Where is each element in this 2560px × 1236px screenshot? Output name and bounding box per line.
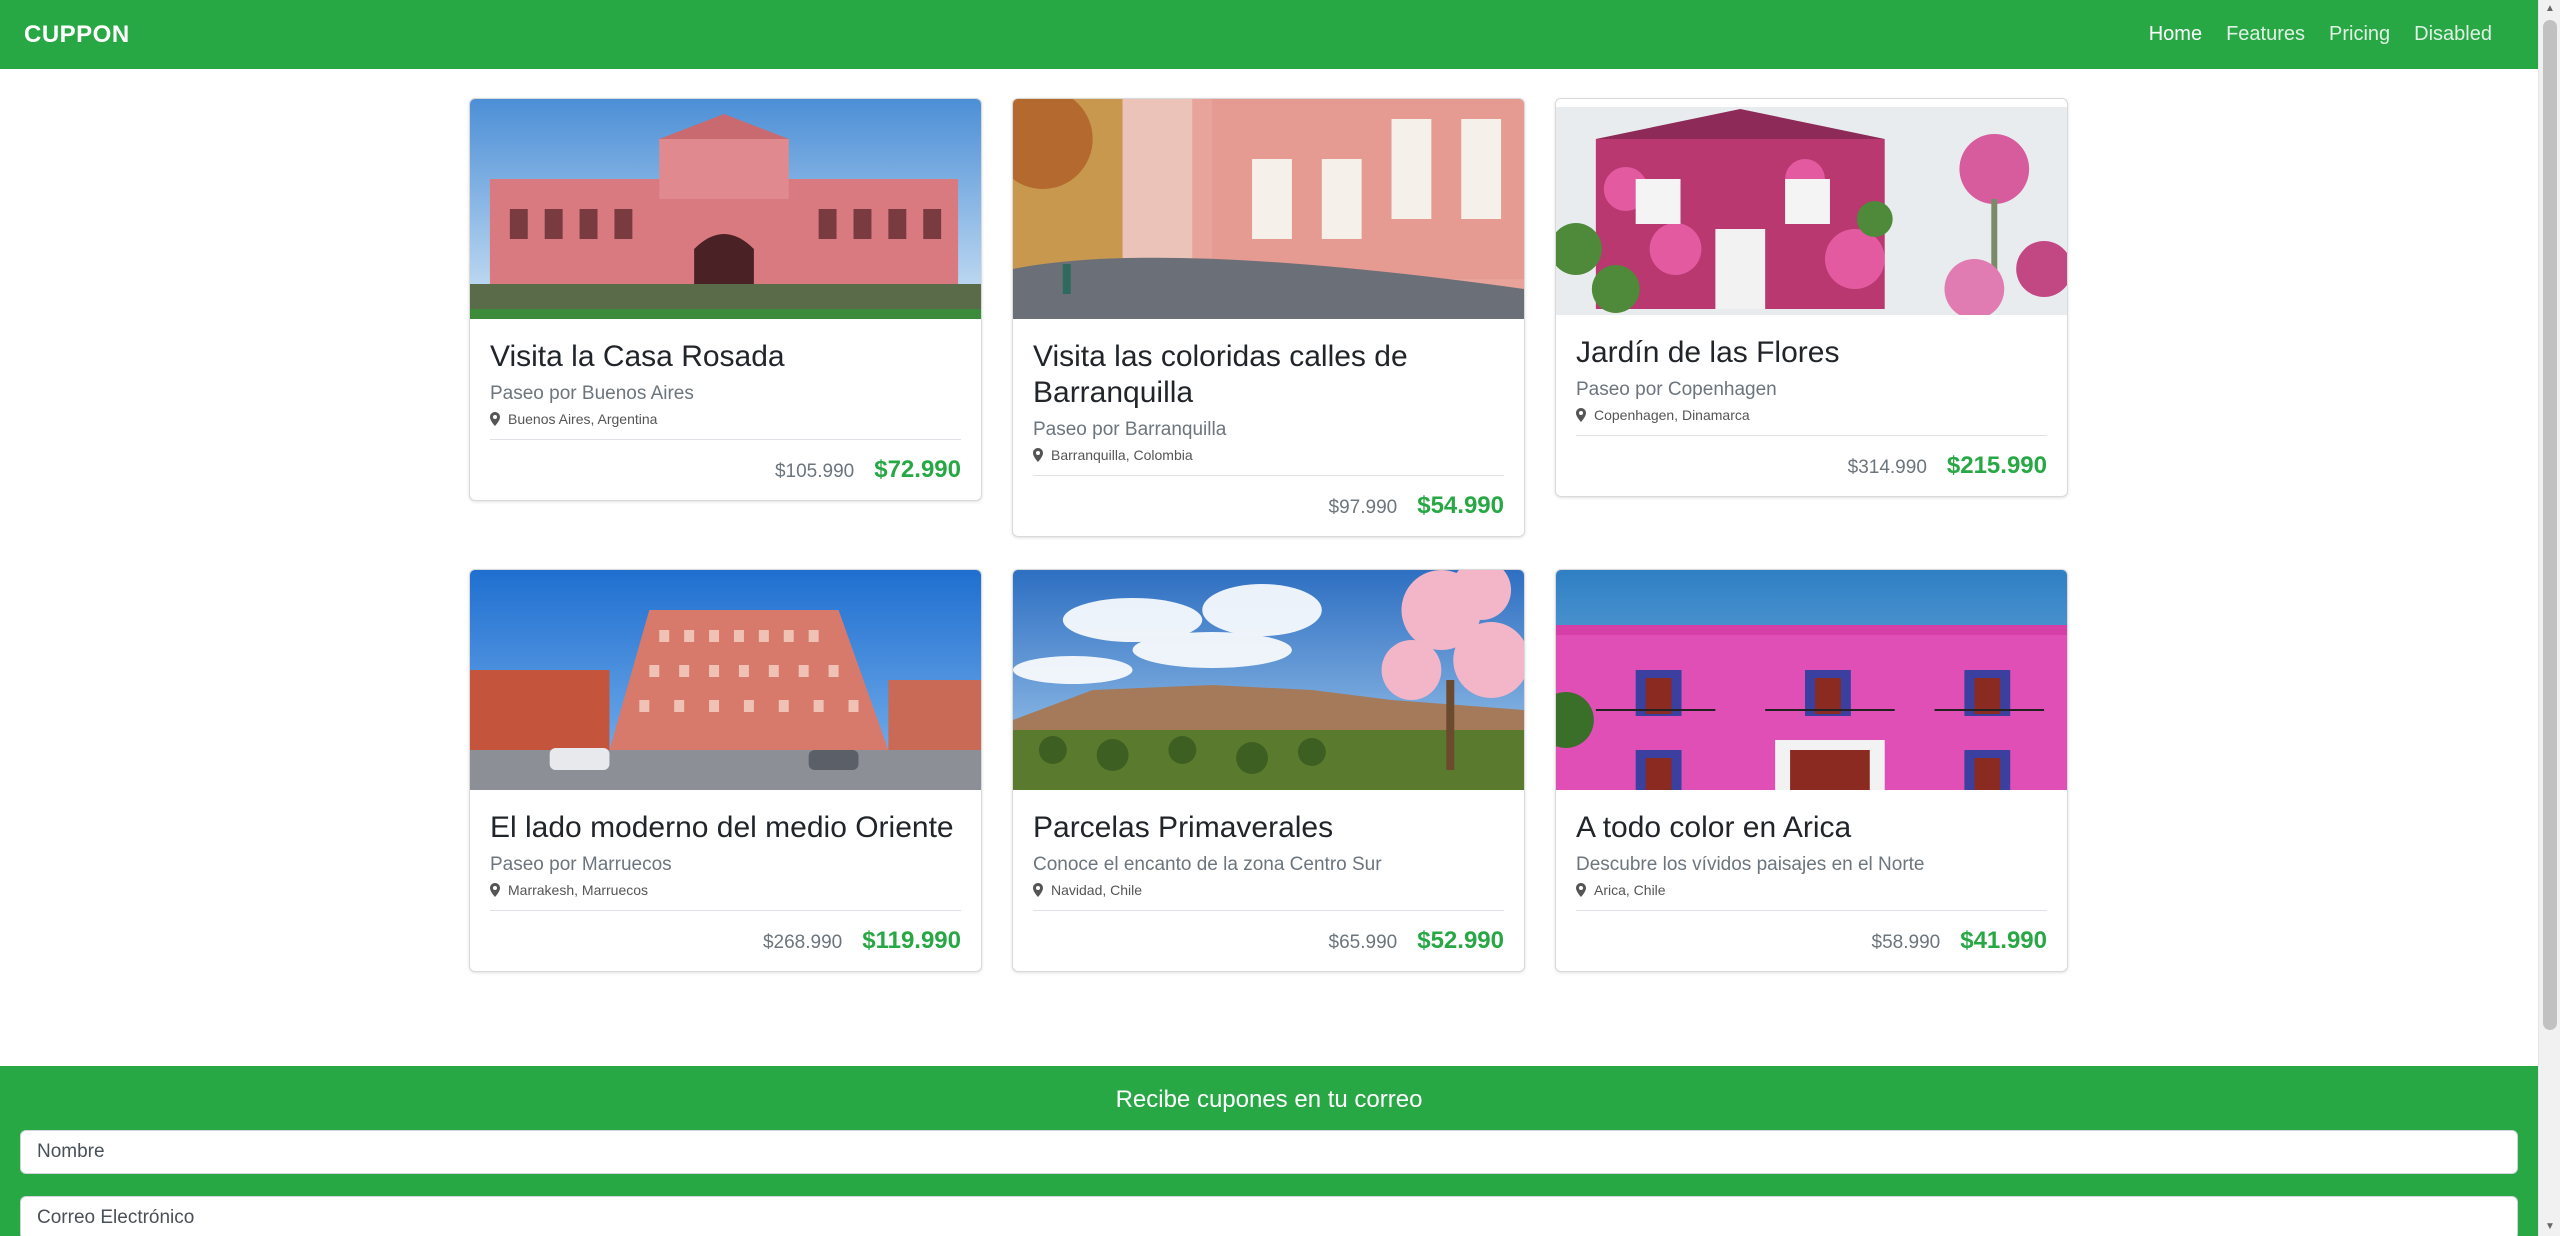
nav-link-features[interactable]: Features: [2214, 23, 2317, 46]
offer-price: $41.990: [1960, 927, 2047, 954]
map-pin-icon: [1576, 408, 1586, 422]
offer-location-text: Copenhagen, Dinamarca: [1594, 407, 1750, 423]
offer-price: $119.990: [862, 927, 961, 954]
offer-title: Visita las coloridas calles de Barranqui…: [1033, 340, 1408, 409]
scroll-down-arrow-icon[interactable]: ▼: [2539, 1218, 2560, 1236]
offers-grid: Visita la Casa Rosada Paseo por Buenos A…: [469, 98, 2069, 972]
offer-old-price: $58.990: [1871, 932, 1941, 953]
offer-location: Barranquilla, Colombia: [1033, 447, 1504, 463]
offer-location-text: Barranquilla, Colombia: [1051, 447, 1193, 463]
nav-links: Home Features Pricing Disabled: [2137, 23, 2504, 46]
offer-location-text: Buenos Aires, Argentina: [508, 411, 658, 427]
offer-title: El lado moderno del medio Oriente: [490, 811, 954, 844]
offer-old-price: $65.990: [1328, 932, 1398, 953]
offer-image-casa-rosada: [470, 99, 981, 319]
offer-price: $54.990: [1417, 492, 1504, 519]
offer-old-price: $97.990: [1328, 497, 1398, 518]
offer-image-arica: [1556, 570, 2067, 790]
offer-card[interactable]: El lado moderno del medio Oriente Paseo …: [469, 569, 982, 972]
offer-title: A todo color en Arica: [1576, 811, 1852, 844]
offer-title: Visita la Casa Rosada: [490, 340, 785, 373]
offer-card[interactable]: Parcelas Primaverales Conoce el encanto …: [1012, 569, 1525, 972]
offer-price: $215.990: [1946, 452, 2047, 479]
offer-subtitle: Descubre los vívidos paisajes en el Nort…: [1576, 854, 1925, 875]
map-pin-icon: [1576, 883, 1586, 897]
offer-image-flower-garden: [1556, 99, 2067, 315]
offer-card[interactable]: Jardín de las Flores Paseo por Copenhage…: [1555, 98, 2068, 497]
offer-price-row: $314.990 $215.990: [1576, 435, 2047, 480]
map-pin-icon: [490, 412, 500, 426]
offer-card[interactable]: Visita la Casa Rosada Paseo por Buenos A…: [469, 98, 982, 501]
offer-card[interactable]: Visita las coloridas calles de Barranqui…: [1012, 98, 1525, 537]
offer-location: Arica, Chile: [1576, 882, 2047, 898]
offer-price: $52.990: [1417, 927, 1504, 954]
offer-title: Jardín de las Flores: [1576, 336, 1840, 369]
offer-subtitle: Paseo por Copenhagen: [1576, 379, 1777, 400]
nav-link-pricing[interactable]: Pricing: [2317, 23, 2402, 46]
offer-subtitle: Paseo por Buenos Aires: [490, 383, 694, 404]
scrollbar-thumb[interactable]: [2543, 20, 2557, 1030]
offer-location: Marrakesh, Marruecos: [490, 882, 961, 898]
name-input[interactable]: [20, 1130, 2518, 1174]
email-input[interactable]: [20, 1196, 2518, 1236]
offer-location-text: Marrakesh, Marruecos: [508, 882, 649, 898]
map-pin-icon: [1033, 883, 1043, 897]
offer-image-hawa-mahal: [470, 570, 981, 790]
offer-location: Buenos Aires, Argentina: [490, 411, 961, 427]
page-scrollbar[interactable]: ▲ ▼: [2538, 0, 2560, 1236]
offer-price-row: $97.990 $54.990: [1033, 475, 1504, 520]
nav-link-home[interactable]: Home: [2137, 23, 2214, 46]
map-pin-icon: [490, 883, 500, 897]
offer-card[interactable]: A todo color en Arica Descubre los vívid…: [1555, 569, 2068, 972]
subscribe-section: Recibe cupones en tu correo: [0, 1066, 2538, 1236]
subscribe-title: Recibe cupones en tu correo: [1115, 1086, 1423, 1113]
offer-subtitle: Paseo por Barranquilla: [1033, 419, 1227, 440]
offer-image-spring-fields: [1013, 570, 1524, 790]
offer-old-price: $268.990: [762, 932, 843, 953]
offer-image-barranquilla: [1013, 99, 1524, 319]
offer-location-text: Arica, Chile: [1594, 882, 1666, 898]
offer-location-text: Navidad, Chile: [1051, 882, 1143, 898]
offer-title: Parcelas Primaverales: [1033, 811, 1334, 844]
offer-subtitle: Conoce el encanto de la zona Centro Sur: [1033, 854, 1382, 875]
offer-price-row: $65.990 $52.990: [1033, 910, 1504, 955]
navbar: CUPPON Home Features Pricing Disabled: [0, 0, 2538, 69]
offer-subtitle: Paseo por Marruecos: [490, 854, 672, 875]
nav-link-disabled[interactable]: Disabled: [2402, 23, 2504, 46]
offer-price-row: $268.990 $119.990: [490, 910, 961, 955]
offer-old-price: $105.990: [774, 461, 855, 482]
offer-price-row: $58.990 $41.990: [1576, 910, 2047, 955]
map-pin-icon: [1033, 448, 1043, 462]
scroll-up-arrow-icon[interactable]: ▲: [2539, 0, 2560, 18]
offer-price: $72.990: [874, 456, 961, 483]
offer-price-row: $105.990 $72.990: [490, 439, 961, 484]
brand-logo[interactable]: CUPPON: [24, 21, 130, 49]
offer-location: Copenhagen, Dinamarca: [1576, 407, 2047, 423]
offer-location: Navidad, Chile: [1033, 882, 1504, 898]
offer-old-price: $314.990: [1847, 457, 1927, 478]
